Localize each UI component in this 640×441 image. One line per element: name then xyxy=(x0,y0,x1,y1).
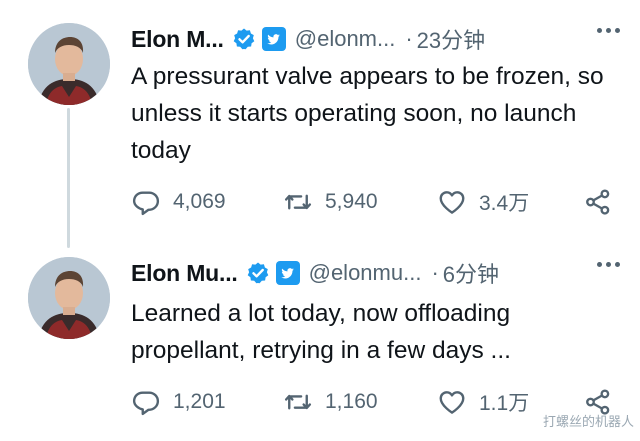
retweet-icon xyxy=(284,194,312,210)
verified-badge-icon xyxy=(247,262,268,284)
twitter-bird-icon xyxy=(275,261,300,285)
avatar[interactable] xyxy=(28,257,110,339)
tweet-header: Elon Mu... @elonmu... · 6分钟 xyxy=(131,256,620,290)
author-name[interactable]: Elon M... xyxy=(131,26,224,53)
reply-icon xyxy=(132,391,160,416)
reply-icon xyxy=(132,191,160,216)
reply-button[interactable]: 1,201 xyxy=(131,385,226,419)
like-button[interactable]: 3.4万 xyxy=(437,185,529,219)
reply-button[interactable]: 4,069 xyxy=(131,185,226,219)
author-handle[interactable]: @elonmu... xyxy=(309,260,422,286)
tweet-text: A pressurant valve appears to be frozen,… xyxy=(131,63,604,164)
avatar[interactable] xyxy=(28,23,110,105)
timestamp[interactable]: 6分钟 xyxy=(443,257,499,289)
reply-count: 1,201 xyxy=(173,390,226,413)
verified-badge-icon xyxy=(233,28,255,50)
more-icon[interactable] xyxy=(597,262,620,267)
retweet-button[interactable]: 5,940 xyxy=(283,185,378,219)
more-icon[interactable] xyxy=(597,28,620,33)
like-count: 1.1万 xyxy=(479,392,530,415)
like-count: 3.4万 xyxy=(479,192,530,215)
separator-dot: · xyxy=(405,26,413,51)
author-handle[interactable]: @elonm... xyxy=(295,26,396,52)
retweet-icon xyxy=(284,394,312,410)
share-button[interactable] xyxy=(583,185,613,219)
twitter-bird-icon xyxy=(261,27,286,51)
tweet-1[interactable]: Elon M... @elonm... · 23分钟 A pressurant … xyxy=(0,0,640,248)
action-bar: 4,069 5,940 3.4万 xyxy=(131,185,621,219)
like-icon xyxy=(439,191,465,214)
retweet-button[interactable]: 1,160 xyxy=(283,385,378,419)
like-button[interactable]: 1.1万 xyxy=(437,385,529,419)
watermark: 打螺丝的机器人 xyxy=(542,414,634,429)
reply-count: 4,069 xyxy=(173,190,226,213)
retweet-count: 1,160 xyxy=(325,390,378,413)
retweet-count: 5,940 xyxy=(325,190,378,213)
author-name[interactable]: Elon Mu... xyxy=(131,260,238,287)
tweet-header: Elon M... @elonm... · 23分钟 xyxy=(131,22,620,56)
separator-dot: · xyxy=(431,260,439,285)
timestamp[interactable]: 23分钟 xyxy=(417,23,485,55)
tweet-text: Learned a lot today, now offloading prop… xyxy=(131,300,511,364)
share-icon xyxy=(586,189,610,215)
like-icon xyxy=(439,391,465,414)
